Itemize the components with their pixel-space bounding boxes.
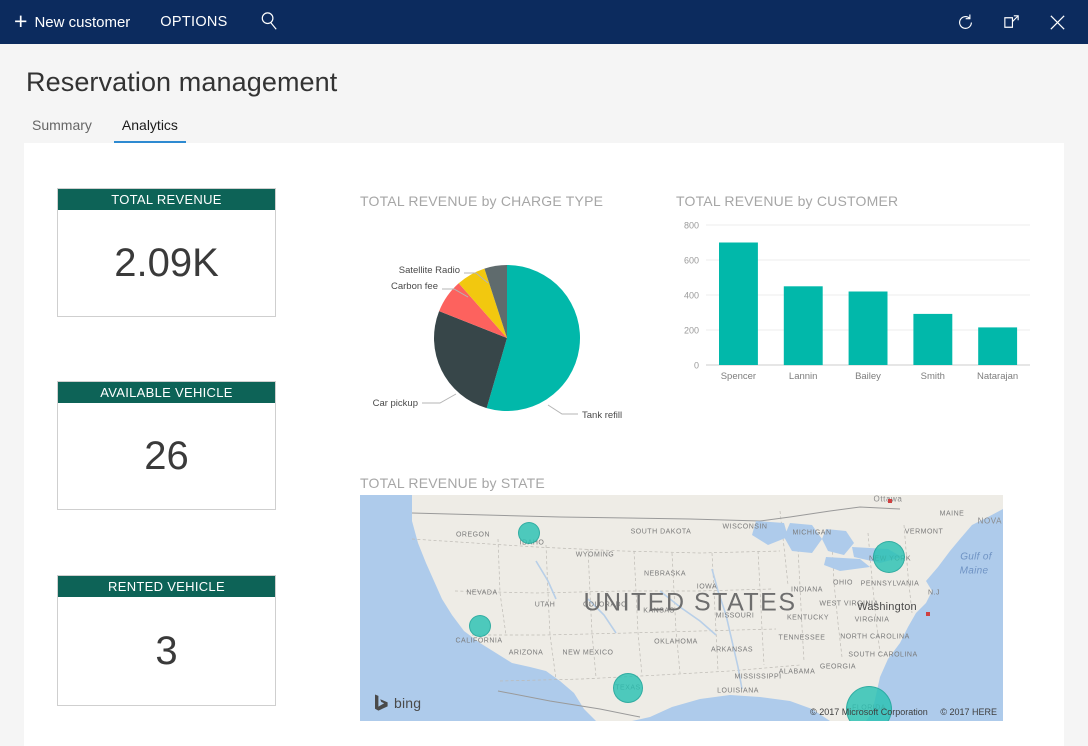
bar-smith[interactable] bbox=[913, 314, 952, 365]
bing-logo: bing bbox=[374, 694, 421, 711]
map-state-label: MICHIGAN bbox=[793, 530, 832, 537]
pie-label: Tank refill bbox=[582, 410, 622, 421]
map-state-label: MISSISSIPPI bbox=[734, 674, 781, 681]
map-bubble-california[interactable] bbox=[469, 615, 491, 637]
map-state-label: CALIFORNIA bbox=[455, 638, 502, 645]
map-country-title: UNITED STATES bbox=[583, 589, 796, 618]
map-state-label: ARIZONA bbox=[509, 650, 544, 657]
bar-spencer[interactable] bbox=[719, 243, 758, 366]
bar-natarajan[interactable] bbox=[978, 327, 1017, 365]
map-visual[interactable]: OREGONIDAHOWYOMINGSOUTH DAKOTAWISCONSINM… bbox=[360, 495, 1003, 721]
command-bar: + New customer OPTIONS bbox=[0, 0, 1088, 44]
search-icon bbox=[260, 11, 279, 34]
kpi-card-available-vehicle[interactable]: AVAILABLE VEHICLE 26 bbox=[57, 381, 276, 510]
bar-y-tick-label: 800 bbox=[684, 220, 699, 230]
options-label: OPTIONS bbox=[160, 14, 227, 30]
bar-x-tick-label: Smith bbox=[921, 371, 945, 382]
map-bubble-new-york[interactable] bbox=[873, 541, 905, 573]
map-water-label: Maine bbox=[960, 566, 989, 577]
map-state-label: NEW MEXICO bbox=[563, 650, 614, 657]
bar-y-tick-label: 400 bbox=[684, 290, 699, 300]
map-attribution: © 2017 Microsoft Corporation © 2017 HERE bbox=[800, 707, 997, 717]
map-title: TOTAL REVENUE by STATE bbox=[360, 475, 545, 491]
pie-leader-line bbox=[548, 405, 578, 414]
map-state-label: GEORGIA bbox=[820, 664, 856, 671]
map-state-label: NEVADA bbox=[466, 590, 497, 597]
bar-chart[interactable]: 0 200 400 600 800 Spencer Lannin Bailey Smith Nat… bbox=[672, 211, 1037, 381]
new-customer-label: New customer bbox=[34, 14, 130, 31]
map-state-label: OKLAHOMA bbox=[654, 639, 698, 646]
map-state-label: TENNESSEE bbox=[779, 635, 826, 642]
options-menu-button[interactable]: OPTIONS bbox=[144, 0, 243, 44]
kpi-card-total-revenue[interactable]: TOTAL REVENUE 2.09K bbox=[57, 188, 276, 317]
bar-y-tick-label: 0 bbox=[694, 360, 699, 370]
kpi-card-rented-vehicle[interactable]: RENTED VEHICLE 3 bbox=[57, 575, 276, 706]
pie-label: Car pickup bbox=[373, 398, 418, 409]
bar-y-tick-label: 200 bbox=[684, 325, 699, 335]
kpi-value: 3 bbox=[58, 597, 275, 705]
map-state-label: NEBRASKA bbox=[644, 571, 686, 578]
map-state-label: OREGON bbox=[456, 532, 490, 539]
search-button[interactable] bbox=[244, 0, 295, 44]
tab-analytics[interactable]: Analytics bbox=[114, 117, 186, 143]
close-icon[interactable] bbox=[1034, 0, 1080, 44]
map-attribution-microsoft: © 2017 Microsoft Corporation bbox=[810, 707, 928, 717]
map-state-label: VIRGINIA bbox=[855, 617, 890, 624]
bar-x-tick-label: Spencer bbox=[721, 371, 756, 382]
map-capital-dot bbox=[926, 612, 930, 616]
map-state-label: UTAH bbox=[535, 602, 556, 609]
analytics-content-card: TOTAL REVENUE 2.09K AVAILABLE VEHICLE 26… bbox=[24, 143, 1064, 746]
bing-label: bing bbox=[394, 695, 421, 711]
map-water-label: Gulf of bbox=[960, 552, 992, 563]
bar-x-tick-label: Lannin bbox=[789, 371, 818, 382]
map-state-label: WISCONSIN bbox=[723, 524, 768, 531]
bar-lannin[interactable] bbox=[784, 286, 823, 365]
popout-icon[interactable] bbox=[988, 0, 1034, 44]
bar-x-tick-label: Bailey bbox=[855, 371, 881, 382]
pie-chart-title: TOTAL REVENUE by CHARGE TYPE bbox=[360, 193, 603, 209]
map-state-label: ALABAMA bbox=[779, 669, 816, 676]
map-state-label: OHIO bbox=[833, 580, 853, 587]
tab-summary[interactable]: Summary bbox=[24, 117, 100, 143]
map-attribution-here: © 2017 HERE bbox=[940, 707, 997, 717]
pie-label: Carbon fee bbox=[391, 281, 438, 292]
map-state-label: LOUISIANA bbox=[717, 688, 759, 695]
map-city-label: Washington bbox=[857, 601, 917, 613]
pie-chart[interactable]: Satellite Radio Carbon fee Car pickup Tank … bbox=[360, 213, 660, 443]
map-bubble-idaho[interactable] bbox=[518, 522, 540, 544]
new-customer-button[interactable]: + New customer bbox=[0, 0, 144, 44]
pie-label: Satellite Radio bbox=[399, 265, 460, 276]
kpi-title: AVAILABLE VEHICLE bbox=[58, 382, 275, 403]
kpi-title: TOTAL REVENUE bbox=[58, 189, 275, 210]
page-title: Reservation management bbox=[26, 67, 337, 98]
bing-mark-icon bbox=[374, 694, 389, 711]
map-state-label: WYOMING bbox=[576, 552, 615, 559]
bar-y-tick-label: 600 bbox=[684, 255, 699, 265]
kpi-value: 2.09K bbox=[58, 210, 275, 316]
bar-bailey[interactable] bbox=[849, 292, 888, 366]
refresh-icon[interactable] bbox=[942, 0, 988, 44]
map-state-label: VERMONT bbox=[905, 529, 944, 536]
map-city-dot bbox=[888, 499, 892, 503]
map-state-label: N.J bbox=[928, 590, 940, 597]
bar-chart-title: TOTAL REVENUE by CUSTOMER bbox=[676, 193, 898, 209]
pie-leader-line bbox=[422, 394, 456, 403]
kpi-title: RENTED VEHICLE bbox=[58, 576, 275, 597]
map-state-label: SOUTH CAROLINA bbox=[848, 652, 917, 659]
map-country-label: NOVA S bbox=[978, 517, 1003, 526]
tab-bar: Summary Analytics bbox=[24, 117, 200, 143]
kpi-value: 26 bbox=[58, 403, 275, 509]
map-state-label: MAINE bbox=[940, 511, 965, 518]
map-state-label: NORTH CAROLINA bbox=[840, 634, 910, 641]
map-state-label: SOUTH DAKOTA bbox=[631, 529, 692, 536]
map-bubble-texas[interactable] bbox=[613, 673, 643, 703]
plus-icon: + bbox=[14, 10, 27, 33]
map-state-label: ARKANSAS bbox=[711, 647, 753, 654]
bar-x-tick-label: Natarajan bbox=[977, 371, 1018, 382]
map-state-label: PENNSYLVANIA bbox=[861, 581, 920, 588]
